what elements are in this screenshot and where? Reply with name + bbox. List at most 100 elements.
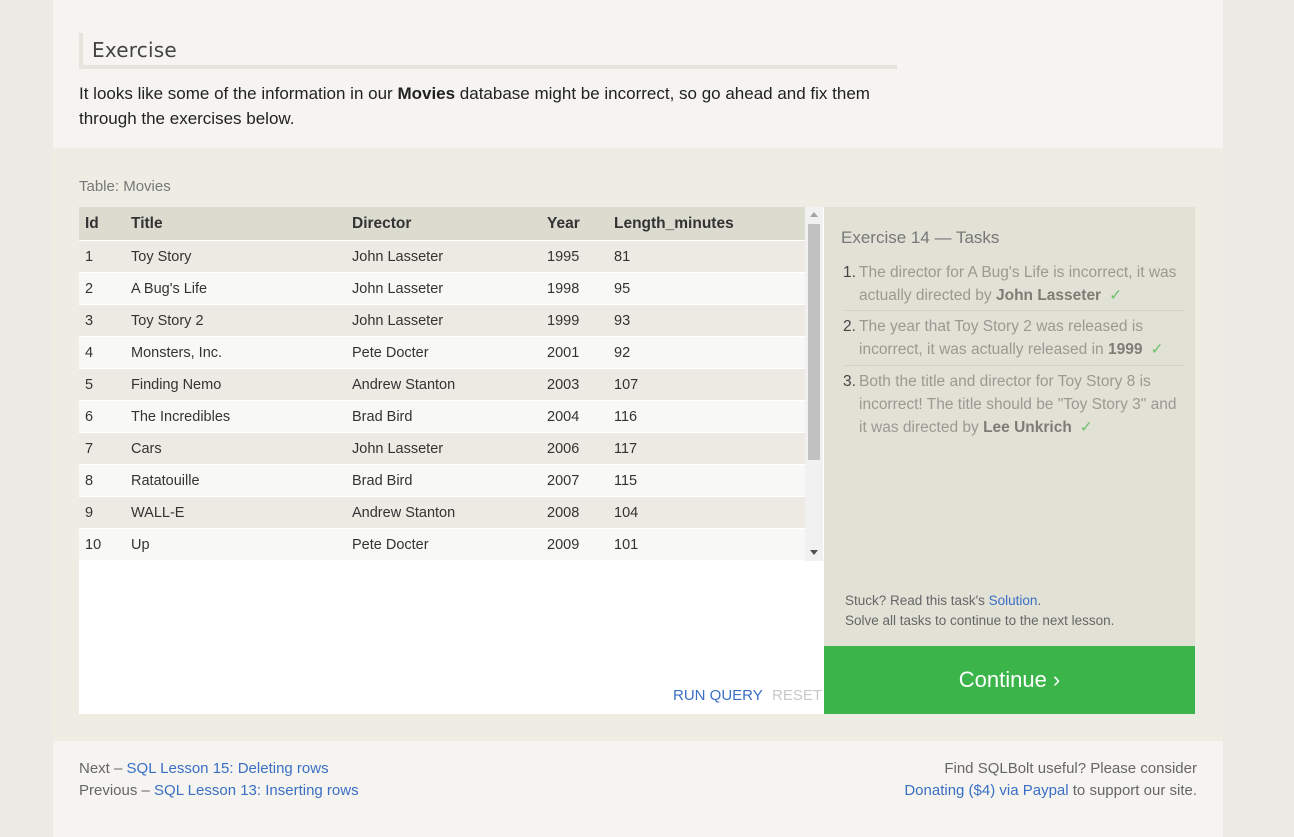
task-answer: Lee Unkrich — [983, 419, 1072, 436]
table-cell: Pete Docter — [346, 336, 541, 369]
donation-promo: Find SQLBolt useful? Please consider Don… — [904, 758, 1197, 802]
column-header: Id — [79, 207, 125, 241]
table-row: 6 The Incredibles Brad Bird 2004 116 — [79, 400, 805, 433]
reset-button[interactable]: RESET — [772, 687, 822, 704]
exercise-intro: It looks like some of the information in… — [79, 81, 899, 131]
column-header: Director — [346, 207, 541, 241]
table-cell: 1999 — [541, 304, 608, 337]
table-cell: 2008 — [541, 496, 608, 529]
scrollbar-thumb[interactable] — [808, 224, 820, 460]
scroll-up-arrow-icon[interactable] — [810, 212, 818, 217]
table-cell: 6 — [79, 400, 125, 433]
table-cell: Pete Docter — [346, 528, 541, 560]
tasks-title: Exercise 14 — Tasks — [841, 228, 1000, 247]
check-icon: ✓ — [1109, 287, 1123, 304]
table-cell: 107 — [608, 368, 805, 401]
exercise-heading-text: Exercise — [92, 38, 177, 62]
previous-label: Previous – — [79, 782, 155, 799]
table-cell: 2006 — [541, 432, 608, 465]
check-icon: ✓ — [1079, 419, 1093, 436]
table-cell: Monsters, Inc. — [125, 336, 346, 369]
table-cell: 3 — [79, 304, 125, 337]
promo-text: Find SQLBolt useful? Please consider — [944, 760, 1197, 777]
page: Exercise It looks like some of the infor… — [53, 0, 1223, 837]
table-cell: 1995 — [541, 240, 608, 273]
solve-all-text: Solve all tasks to continue to the next … — [845, 613, 1115, 628]
run-query-button[interactable]: RUN QUERY — [673, 687, 763, 704]
movies-table: Id Title Director Year Length_minutes 1T… — [79, 207, 805, 560]
table-cell: 95 — [608, 272, 805, 305]
table-cell: 1 — [79, 240, 125, 273]
table-cell: 7 — [79, 432, 125, 465]
check-icon: ✓ — [1150, 341, 1164, 358]
table-cell: Andrew Stanton — [346, 368, 541, 401]
table-cell: 10 — [79, 528, 125, 560]
previous-lesson-link[interactable]: SQL Lesson 13: Inserting rows — [154, 782, 359, 799]
solution-link[interactable]: Solution — [989, 593, 1038, 608]
column-header: Length_minutes — [608, 207, 805, 241]
table-cell: John Lasseter — [346, 272, 541, 305]
table-cell: 4 — [79, 336, 125, 369]
stuck-text: Stuck? Read this task's — [845, 593, 989, 608]
promo-suffix: to support our site. — [1068, 782, 1197, 799]
continue-button[interactable]: Continue › — [824, 646, 1195, 714]
table-row: 7 Cars John Lasseter 2006 117 — [79, 432, 805, 465]
query-results-panel: Id Title Director Year Length_minutes 1T… — [79, 207, 824, 714]
table-cell: Toy Story 2 — [125, 304, 346, 337]
exercise-heading: Exercise — [79, 33, 897, 69]
task-divider — [843, 310, 1185, 311]
table-cell: 1998 — [541, 272, 608, 305]
task-answer: John Lasseter — [996, 287, 1102, 304]
table-cell: Ratatouille — [125, 464, 346, 497]
table-row: 10 Up Pete Docter 2009 101 — [79, 528, 805, 560]
task-number: 3. — [843, 373, 856, 390]
table-row: 5 Finding Nemo Andrew Stanton 2003 107 — [79, 368, 805, 401]
table-cell: John Lasseter — [346, 432, 541, 465]
table-cell: 115 — [608, 464, 805, 497]
stuck-hint: Stuck? Read this task's Solution. Solve … — [845, 591, 1114, 631]
table-cell: 2001 — [541, 336, 608, 369]
table-scrollbar[interactable] — [805, 207, 823, 561]
table-cell: 9 — [79, 496, 125, 529]
table-cell: 8 — [79, 464, 125, 497]
table-cell: 93 — [608, 304, 805, 337]
table-cell: John Lasseter — [346, 240, 541, 273]
table-row: 4 Monsters, Inc. Pete Docter 2001 92 — [79, 336, 805, 369]
stuck-period: . — [1037, 593, 1042, 608]
exercise-band: Table: Movies Id Title Director Year Len… — [53, 148, 1223, 741]
table-row: 3 Toy Story 2 John Lasseter 1999 93 — [79, 304, 805, 337]
table-cell: 2004 — [541, 400, 608, 433]
table-cell: 2003 — [541, 368, 608, 401]
table-cell: The Incredibles — [125, 400, 346, 433]
table-cell: A Bug's Life — [125, 272, 346, 305]
task-number: 1. — [843, 264, 856, 281]
intro-bold-movies: Movies — [397, 84, 456, 103]
table-cell: 117 — [608, 432, 805, 465]
table-row: 2A Bug's Life John Lasseter 1998 95 — [79, 272, 805, 305]
donate-link[interactable]: Donating ($4) via Paypal — [904, 782, 1068, 799]
table-cell: Up — [125, 528, 346, 560]
task-divider — [843, 365, 1185, 366]
table-label: Table: Movies — [79, 178, 171, 195]
table-cell: 101 — [608, 528, 805, 560]
table-cell: 116 — [608, 400, 805, 433]
table-cell: WALL-E — [125, 496, 346, 529]
tasks-panel: Exercise 14 — Tasks 1. The director for … — [824, 207, 1195, 646]
table-cell: 5 — [79, 368, 125, 401]
table-cell: Cars — [125, 432, 346, 465]
intro-text: It looks like some of the information in… — [79, 84, 398, 103]
task-text: The year that Toy Story 2 was released i… — [859, 318, 1144, 358]
table-row: 9 WALL-E Andrew Stanton 2008 104 — [79, 496, 805, 529]
task-answer: 1999 — [1107, 341, 1143, 358]
column-header: Year — [541, 207, 608, 241]
scroll-down-arrow-icon[interactable] — [810, 550, 818, 555]
table-cell: Toy Story — [125, 240, 346, 273]
table-cell: 2009 — [541, 528, 608, 560]
table-row: 1 Toy Story John Lasseter 1995 81 — [79, 240, 805, 273]
next-lesson-link[interactable]: SQL Lesson 15: Deleting rows — [127, 760, 329, 777]
task-number: 2. — [843, 318, 856, 335]
lesson-navigation: Next – SQL Lesson 15: Deleting rows Prev… — [79, 758, 359, 802]
column-header: Title — [125, 207, 346, 241]
table-cell: 2 — [79, 272, 125, 305]
table-cell: Brad Bird — [346, 400, 541, 433]
